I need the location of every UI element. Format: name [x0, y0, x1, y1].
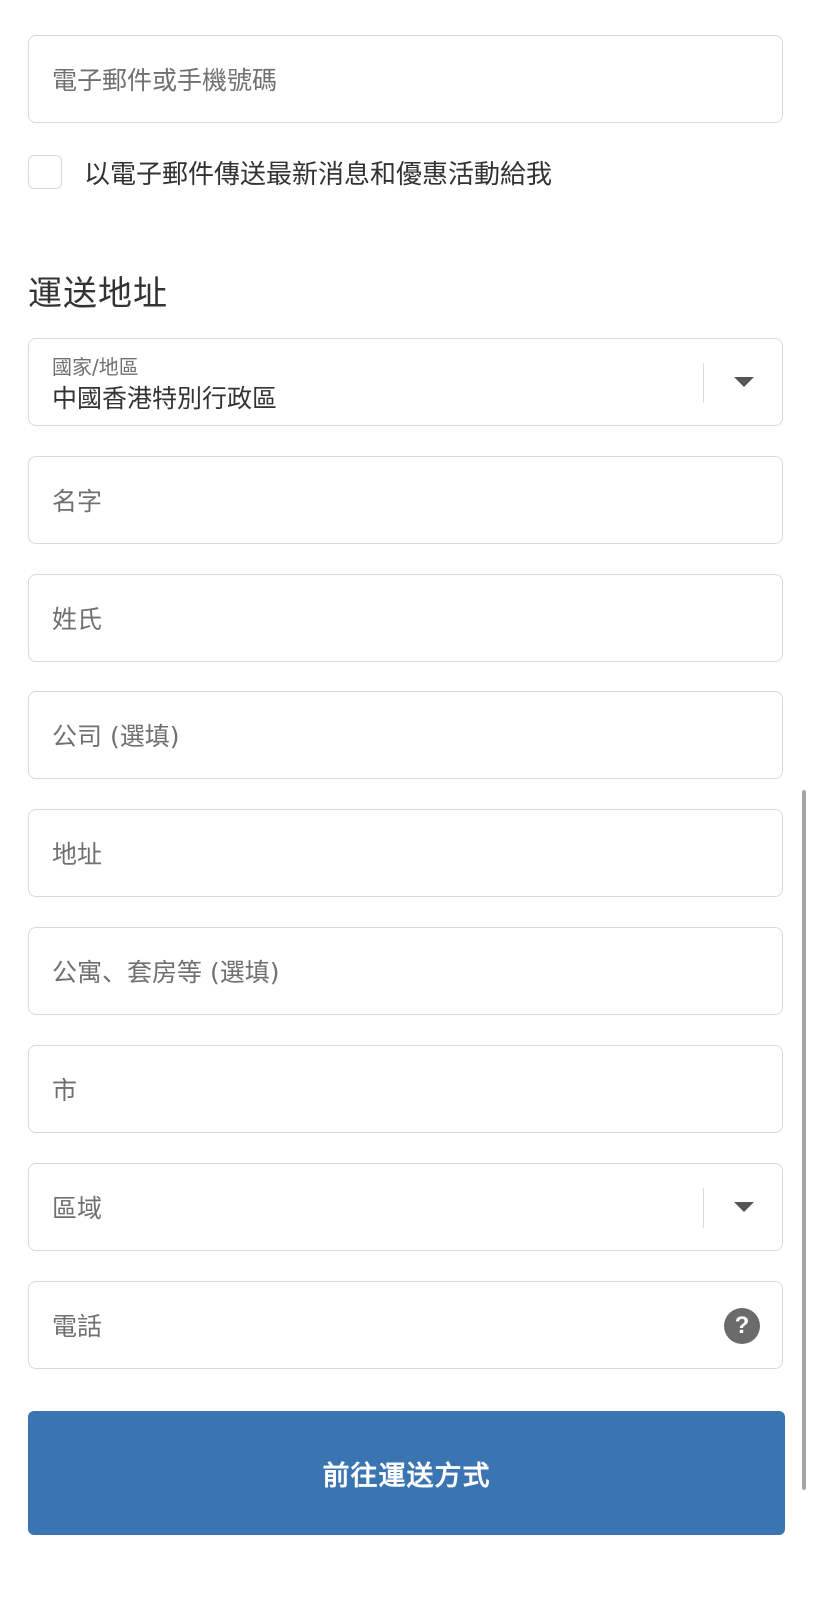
- apartment-placeholder: 公寓、套房等 (選填): [52, 958, 280, 987]
- company-placeholder: 公司 (選填): [52, 722, 180, 751]
- company-field[interactable]: 公司 (選填): [28, 691, 783, 779]
- address-field[interactable]: 地址: [28, 809, 783, 897]
- country-label: 國家/地區: [52, 355, 139, 379]
- email-or-phone-field[interactable]: 電子郵件或手機號碼: [28, 35, 783, 123]
- phone-field[interactable]: 電話 ?: [28, 1281, 783, 1369]
- last-name-placeholder: 姓氏: [52, 605, 103, 634]
- email-or-phone-placeholder: 電子郵件或手機號碼: [52, 66, 278, 95]
- chevron-down-icon[interactable]: [734, 377, 754, 387]
- newsletter-checkbox-row[interactable]: 以電子郵件傳送最新消息和優惠活動給我: [28, 152, 552, 192]
- phone-placeholder: 電話: [52, 1312, 103, 1341]
- scrollbar[interactable]: [802, 790, 806, 1490]
- help-icon[interactable]: ?: [724, 1308, 760, 1344]
- address-placeholder: 地址: [52, 840, 103, 869]
- select-divider: [702, 1188, 704, 1228]
- apartment-field[interactable]: 公寓、套房等 (選填): [28, 927, 783, 1015]
- region-placeholder: 區域: [52, 1194, 103, 1223]
- city-field[interactable]: 市: [28, 1045, 783, 1133]
- first-name-field[interactable]: 名字: [28, 456, 783, 544]
- select-divider: [702, 363, 704, 403]
- continue-to-shipping-button[interactable]: 前往運送方式: [28, 1411, 785, 1535]
- country-select[interactable]: 國家/地區 中國香港特別行政區: [28, 338, 783, 426]
- country-value: 中國香港特別行政區: [52, 384, 278, 413]
- newsletter-label: 以電子郵件傳送最新消息和優惠活動給我: [84, 159, 553, 190]
- newsletter-checkbox[interactable]: [28, 155, 62, 189]
- chevron-down-icon[interactable]: [734, 1202, 754, 1212]
- city-placeholder: 市: [52, 1076, 78, 1105]
- first-name-placeholder: 名字: [52, 487, 103, 516]
- shipping-address-title: 運送地址: [28, 274, 168, 314]
- last-name-field[interactable]: 姓氏: [28, 574, 783, 662]
- region-select[interactable]: 區域: [28, 1163, 783, 1251]
